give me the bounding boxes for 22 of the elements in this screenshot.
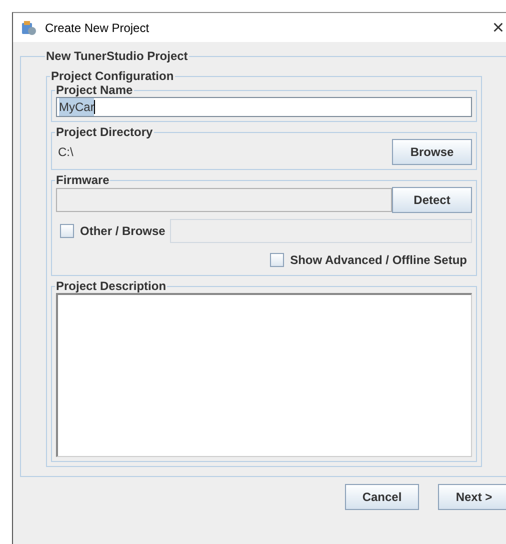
app-icon [21,20,37,36]
next-button[interactable]: Next > [438,484,506,510]
cancel-button[interactable]: Cancel [345,484,419,510]
checkbox-label: Show Advanced / Offline Setup [290,253,467,267]
group-title: Project Name [55,83,134,97]
directory-path: C:\ [57,145,74,159]
browse-button[interactable]: Browse [392,139,472,165]
group-title: Project Configuration [50,69,175,83]
checkbox-label: Other / Browse [80,224,166,238]
checkbox[interactable] [270,253,284,267]
detect-button[interactable]: Detect [392,187,472,213]
window-title: Create New Project [45,20,150,34]
firmware-field[interactable] [56,188,392,212]
description-textarea[interactable] [56,293,472,457]
project-name-field[interactable]: MyCar [56,97,472,117]
group-title: New TunerStudio Project [45,49,189,63]
checkbox[interactable] [60,224,74,238]
browse-path-field[interactable] [170,219,472,243]
close-button[interactable]: × [492,18,504,38]
group-title: Project Description [55,279,168,293]
group-title: Project Directory [55,125,154,139]
group-title: Firmware [55,173,110,187]
